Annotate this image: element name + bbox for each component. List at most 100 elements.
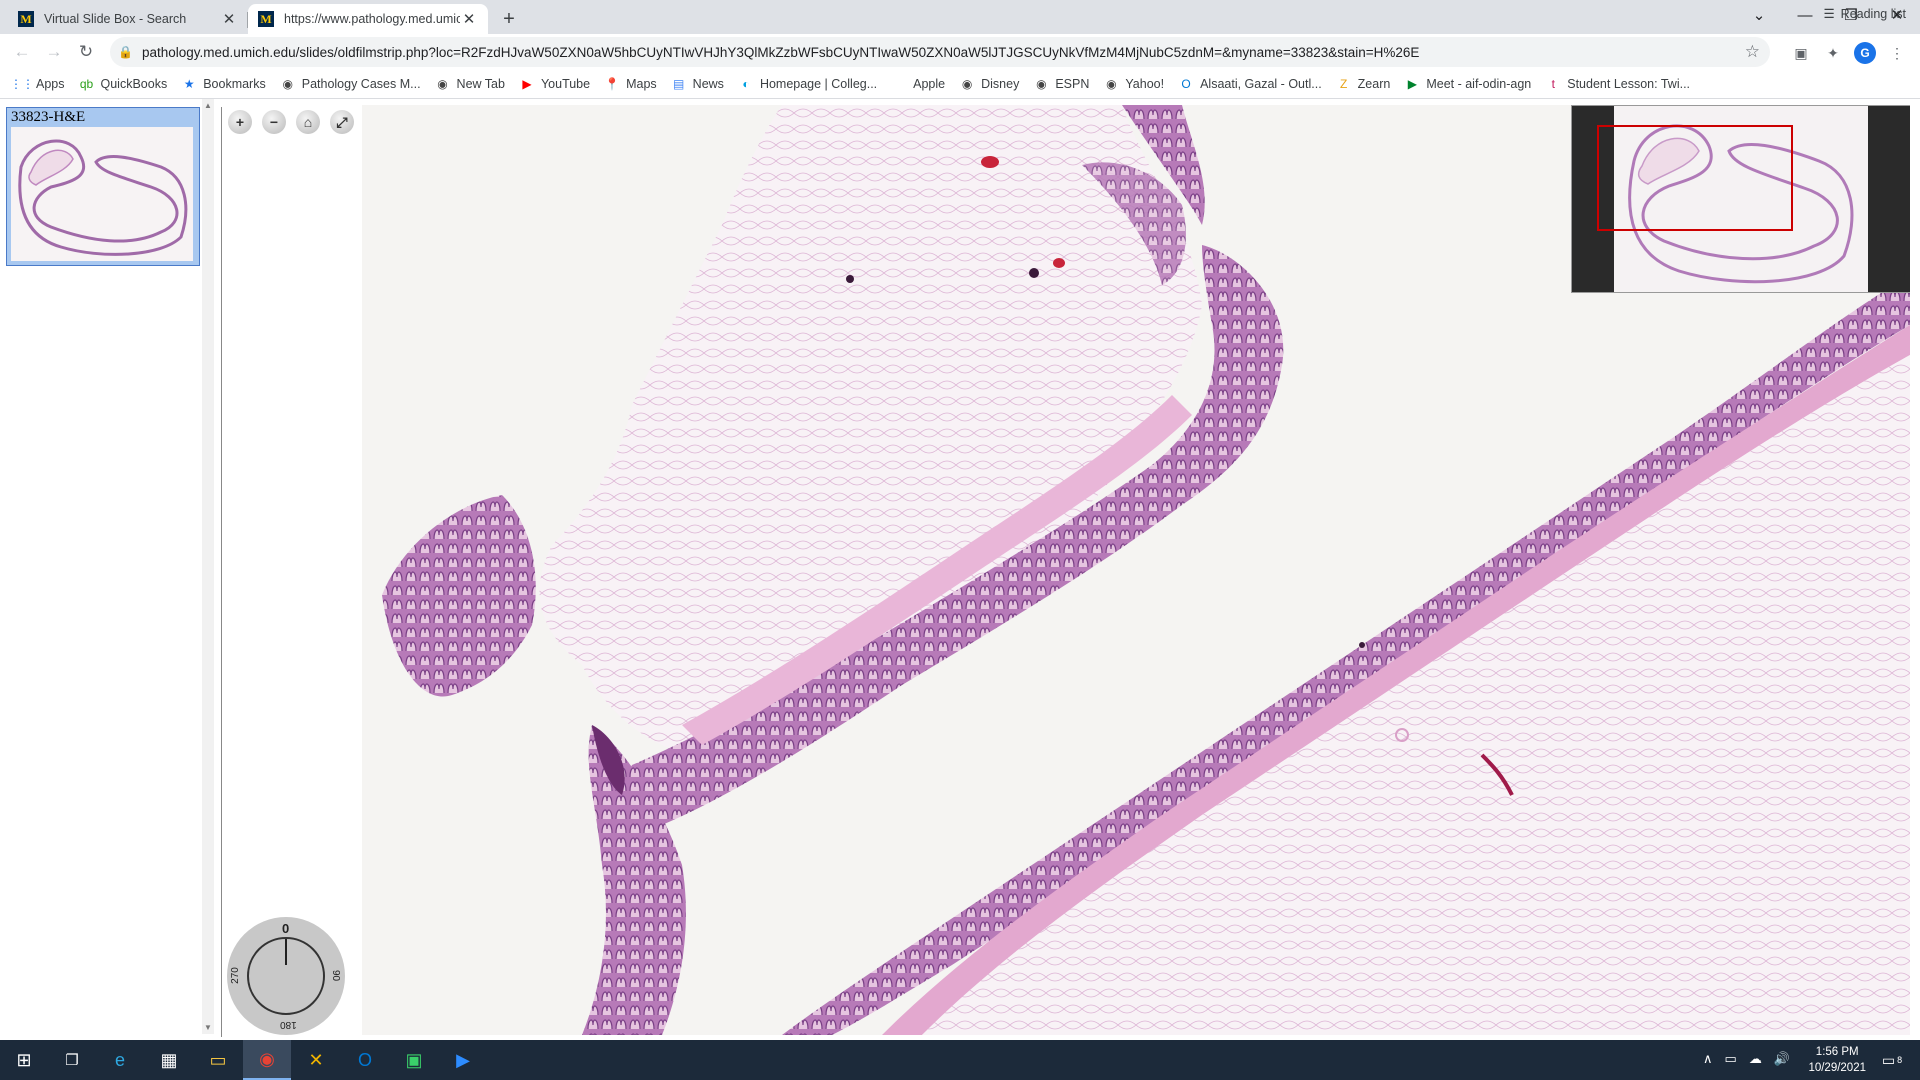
bookmark-label: Meet - aif-odin-agn xyxy=(1426,77,1532,91)
bookmark-label: News xyxy=(692,77,724,91)
outlook-icon[interactable]: O xyxy=(341,1040,389,1080)
bookmark-quickbooks[interactable]: qb QuickBooks xyxy=(79,76,168,92)
reading-list-button[interactable]: ☰ Reading list xyxy=(1823,6,1906,22)
app-icon[interactable]: ✕ xyxy=(292,1040,340,1080)
zearn-icon: Z xyxy=(1340,77,1348,91)
slide-viewer-canvas[interactable] xyxy=(362,105,1910,1035)
zoom-icon[interactable]: ▶ xyxy=(439,1040,487,1080)
lesson-icon: t xyxy=(1551,77,1555,91)
rotation-label-right: 90 xyxy=(330,969,342,982)
bookmark-label: Yahoo! xyxy=(1125,77,1165,91)
tab-search-dropdown-icon[interactable]: ⌄ xyxy=(1736,0,1782,30)
bookmark-label: Alsaati, Gazal - Outl... xyxy=(1200,77,1322,91)
network-icon[interactable]: ▭ xyxy=(1725,1051,1737,1067)
reload-icon[interactable]: ↻ xyxy=(74,40,98,64)
scroll-down-arrow-icon[interactable]: ▼ xyxy=(204,1023,212,1032)
minimize-button[interactable]: — xyxy=(1782,0,1828,30)
profile-avatar[interactable]: G xyxy=(1854,42,1876,64)
rotation-label-bottom: 180 xyxy=(280,1019,297,1030)
fullscreen-button[interactable]: ⤢ xyxy=(330,110,354,134)
tab-strip: M Virtual Slide Box - Search ✕ M https:/… xyxy=(0,0,1920,34)
taskbar-clock[interactable]: 1:56 PM 10/29/2021 xyxy=(1808,1044,1866,1076)
bookmark-youtube[interactable]: ▶ YouTube xyxy=(519,76,590,92)
bookmark-bookmarks[interactable]: ★ Bookmarks xyxy=(181,76,266,92)
rotation-dial[interactable]: 0 90 180 270 xyxy=(227,917,345,1035)
bookmarks-bar: ⋮⋮ Apps qb QuickBooks ★ Bookmarks ◉ Pathology C… xyxy=(0,70,1920,99)
back-arrow-icon[interactable]: ← xyxy=(10,40,34,64)
bookmark-label: Apple xyxy=(913,77,946,91)
extension-icon[interactable]: ▣ xyxy=(1790,42,1812,64)
slide-thumbnail-image[interactable] xyxy=(11,127,193,261)
globe-icon: ◉ xyxy=(1106,77,1117,91)
tray-chevron-icon[interactable]: ∧ xyxy=(1703,1051,1713,1067)
globe-icon: ◉ xyxy=(282,77,293,91)
minimap-viewport-box[interactable] xyxy=(1572,106,1910,292)
new-tab-button[interactable]: + xyxy=(496,6,522,32)
college-icon: ◐ xyxy=(742,77,750,91)
bookmark-star-icon[interactable]: ☆ xyxy=(1745,42,1760,62)
volume-icon[interactable]: 🔊 xyxy=(1774,1051,1790,1067)
browser-menu-icon[interactable]: ⋮ xyxy=(1886,42,1908,64)
globe-icon: ◉ xyxy=(437,77,448,91)
rotation-dial-hand[interactable] xyxy=(285,939,287,965)
bookmark-apps[interactable]: ⋮⋮ Apps xyxy=(10,76,65,92)
zoom-in-button[interactable]: + xyxy=(228,110,252,134)
close-tab-icon[interactable]: ✕ xyxy=(220,10,238,28)
edge-icon[interactable]: e xyxy=(96,1040,144,1080)
notification-count: 8 xyxy=(1897,1055,1903,1065)
bookmark-label: ESPN xyxy=(1055,77,1090,91)
bookmark-disney[interactable]: ◉ Disney xyxy=(959,76,1019,92)
bookmark-alsaati-gazal-outl[interactable]: O Alsaati, Gazal - Outl... xyxy=(1178,76,1322,92)
filmstrip-panel: 33823-H&E ▲ ▼ xyxy=(0,99,214,1034)
bookmark-news[interactable]: ▤ News xyxy=(671,76,724,92)
zoom-out-button[interactable]: − xyxy=(262,110,286,134)
onedrive-cloud-icon[interactable]: ☁ xyxy=(1749,1051,1762,1067)
filmstrip-scrollbar[interactable]: ▲ ▼ xyxy=(202,99,214,1034)
start-button[interactable]: ⊞ xyxy=(0,1040,48,1080)
bookmark-label: New Tab xyxy=(456,77,505,91)
photos-icon[interactable]: ▣ xyxy=(390,1040,438,1080)
bookmark-label: Student Lesson: Twi... xyxy=(1567,77,1691,91)
system-tray: ∧ ▭ ☁ 🔊 xyxy=(1703,1051,1790,1067)
tab-virtual-slide-box[interactable]: M Virtual Slide Box - Search ✕ xyxy=(8,4,248,34)
bookmark-meet-aif-odin-agn[interactable]: ▶ Meet - aif-odin-agn xyxy=(1404,76,1532,92)
bookmark-maps[interactable]: 📍 Maps xyxy=(604,76,657,92)
tab-title: Virtual Slide Box - Search xyxy=(44,12,187,26)
task-view-icon[interactable]: ❐ xyxy=(48,1040,96,1080)
bookmark-label: YouTube xyxy=(540,77,591,91)
bookmark-label: Apps xyxy=(36,77,65,91)
bookmark-apple[interactable]: Apple xyxy=(891,76,945,92)
file-explorer-icon[interactable]: ▭ xyxy=(194,1040,242,1080)
bookmark-label: Homepage | Colleg... xyxy=(759,77,878,91)
tab-pathology-slide[interactable]: M https://www.pathology.med.umich.edu/sl… xyxy=(248,4,488,34)
notifications-button[interactable]: ▭ 8 xyxy=(1868,1040,1916,1080)
rotation-label-top: 0 xyxy=(282,921,290,936)
youtube-icon: ▶ xyxy=(522,77,532,91)
chrome-icon[interactable]: ◉ xyxy=(243,1040,291,1080)
bookmark-espn[interactable]: ◉ ESPN xyxy=(1033,76,1089,92)
close-tab-icon[interactable]: ✕ xyxy=(460,10,478,28)
slide-overview-minimap[interactable] xyxy=(1571,105,1910,293)
rotation-label-left: 270 xyxy=(229,967,241,984)
page-content: 33823-H&E ▲ ▼ + − ⌂ ⤢ ◙ 0 90 180 270 xyxy=(0,99,1920,1039)
url-text[interactable]: pathology.med.umich.edu/slides/oldfilmst… xyxy=(142,45,1419,60)
outlook-icon: O xyxy=(1181,77,1191,91)
bookmark-homepage-colleg[interactable]: ◐ Homepage | Colleg... xyxy=(738,76,877,92)
slide-label: 33823-H&E xyxy=(11,109,86,125)
bookmark-new-tab[interactable]: ◉ New Tab xyxy=(435,76,505,92)
bookmark-student-lesson-twi[interactable]: t Student Lesson: Twi... xyxy=(1545,76,1690,92)
tab-title: https://www.pathology.med.umich.edu/slid… xyxy=(284,12,460,26)
clock-date: 10/29/2021 xyxy=(1808,1062,1866,1074)
address-bar[interactable]: 🔒 pathology.med.umich.edu/slides/oldfilm… xyxy=(110,37,1770,67)
lock-icon[interactable]: 🔒 xyxy=(118,45,133,59)
scroll-up-arrow-icon[interactable]: ▲ xyxy=(204,101,212,110)
slide-thumbnail-card[interactable]: 33823-H&E xyxy=(6,107,200,266)
store-icon[interactable]: ▦ xyxy=(145,1040,193,1080)
home-button[interactable]: ⌂ xyxy=(296,110,320,134)
bookmark-label: QuickBooks xyxy=(100,77,168,91)
bookmark-zearn[interactable]: Z Zearn xyxy=(1336,76,1390,92)
bookmark-yahoo[interactable]: ◉ Yahoo! xyxy=(1103,76,1164,92)
bookmark-pathology-cases-m[interactable]: ◉ Pathology Cases M... xyxy=(280,76,420,92)
forward-arrow-icon[interactable]: → xyxy=(42,40,66,64)
puzzle-extensions-icon[interactable]: ✦ xyxy=(1822,42,1844,64)
